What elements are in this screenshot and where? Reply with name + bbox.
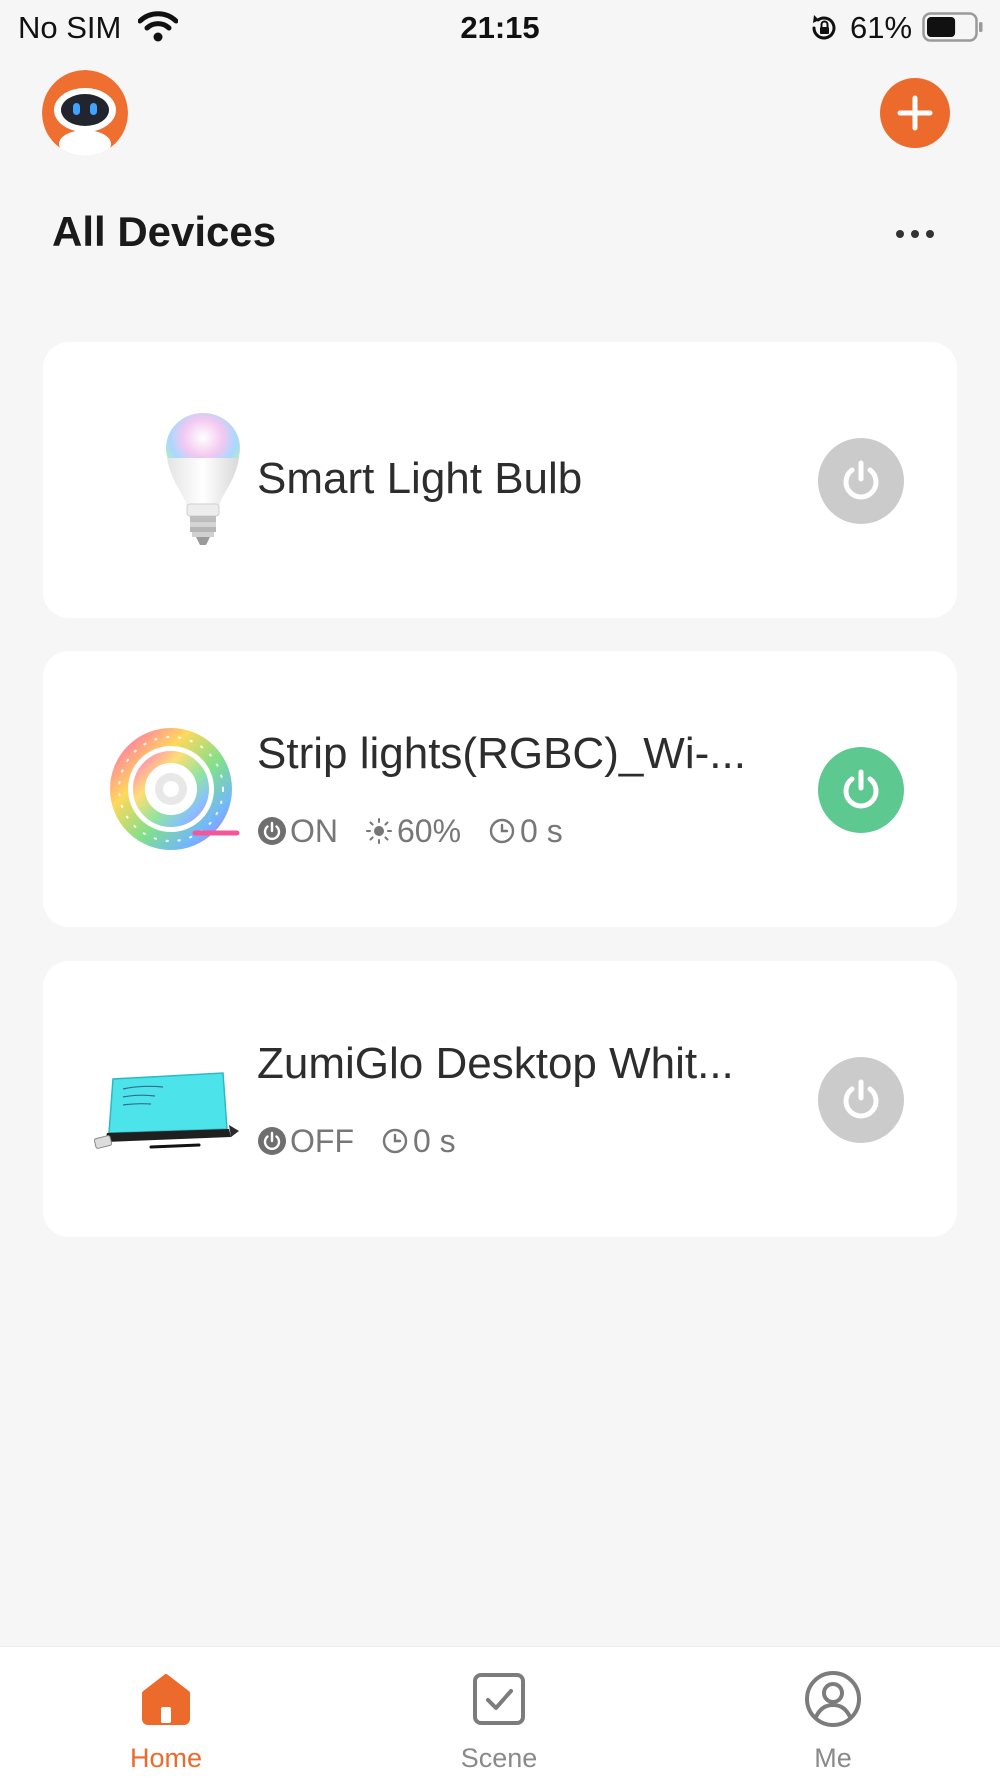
tab-bar: Home Scene Me	[0, 1646, 1000, 1778]
power-toggle-button[interactable]	[818, 747, 904, 833]
led-strip-icon	[110, 728, 240, 850]
brightness-status: 60%	[364, 813, 461, 850]
power-state-icon	[258, 817, 286, 845]
scene-checkbox-icon	[473, 1673, 525, 1725]
home-icon	[142, 1674, 190, 1725]
battery-icon	[922, 12, 983, 42]
timer-label: 0 s	[412, 1122, 456, 1159]
device-card-zumiglo-desktop[interactable]: ZumiGlo Desktop Whit... OFF 0 s	[43, 961, 957, 1237]
power-icon	[843, 769, 879, 809]
home-screen: No SIM 21:15 61% All Devices Smart Light…	[0, 0, 1000, 1778]
power-state-icon	[258, 1127, 286, 1155]
power-icon	[843, 460, 879, 500]
timer-status: 0 s	[487, 813, 563, 850]
more-options-button[interactable]	[880, 216, 950, 252]
device-status: ON 60% 0 s	[257, 811, 589, 851]
desktop-whiteboard-icon	[93, 1072, 239, 1149]
power-icon	[843, 1079, 879, 1119]
brightness-icon	[366, 818, 392, 844]
power-toggle-button[interactable]	[818, 438, 904, 524]
tab-label: Scene	[460, 1743, 538, 1773]
ellipsis-icon	[896, 230, 934, 238]
power-toggle-button[interactable]	[818, 1057, 904, 1143]
power-status-label: ON	[290, 812, 338, 849]
tab-me[interactable]: Me	[733, 1647, 933, 1778]
tab-label: Home	[129, 1743, 203, 1773]
device-status: OFF 0 s	[257, 1121, 482, 1161]
clock-icon	[382, 1128, 408, 1154]
robot-avatar-icon	[42, 70, 128, 156]
plus-icon	[897, 95, 933, 131]
page-title: All Devices	[52, 208, 277, 255]
brightness-label: 60%	[397, 812, 462, 849]
user-profile-icon	[805, 1671, 861, 1727]
add-device-button[interactable]	[880, 78, 950, 148]
battery-percent: 61%	[850, 10, 913, 45]
light-bulb-icon	[166, 413, 240, 545]
tab-scene[interactable]: Scene	[399, 1647, 599, 1778]
rotation-lock-icon	[812, 15, 836, 40]
device-card-strip-lights[interactable]: Strip lights(RGBC)_Wi-... ON 60% 0 s	[43, 651, 957, 927]
device-card-smart-light-bulb[interactable]: Smart Light Bulb	[43, 342, 957, 618]
status-bar: No SIM 21:15 61%	[0, 0, 1000, 56]
power-status: ON	[257, 813, 338, 850]
device-name: ZumiGlo Desktop Whit...	[257, 1039, 734, 1088]
clock-icon	[489, 818, 515, 844]
timer-status: 0 s	[380, 1123, 456, 1160]
avatar[interactable]	[42, 70, 128, 156]
timer-label: 0 s	[520, 812, 563, 849]
tab-label: Me	[814, 1743, 852, 1773]
device-name: Strip lights(RGBC)_Wi-...	[257, 729, 746, 778]
power-status: OFF	[257, 1123, 354, 1160]
device-name: Smart Light Bulb	[257, 454, 583, 503]
tab-home[interactable]: Home	[66, 1647, 266, 1778]
power-status-label: OFF	[290, 1122, 354, 1159]
